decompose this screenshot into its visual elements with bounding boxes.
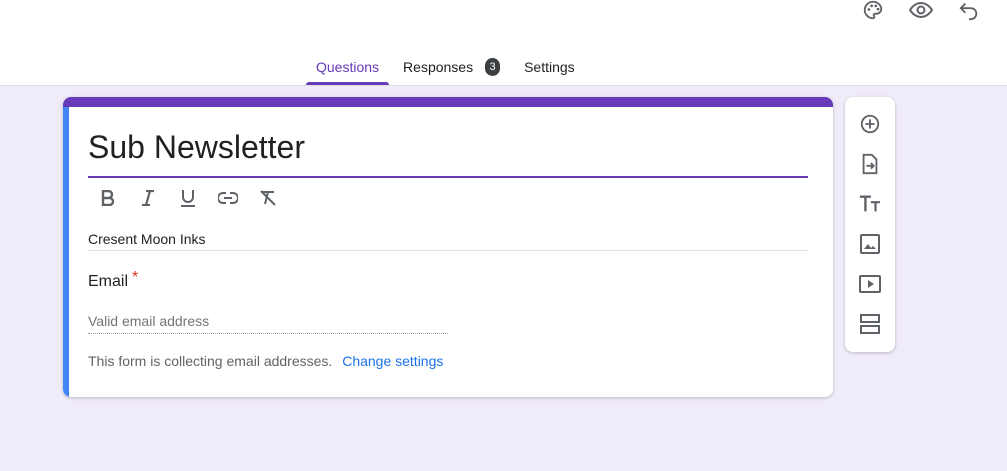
required-marker: * [132,269,139,286]
tab-questions-label: Questions [316,59,380,75]
email-label-text: Email [88,273,129,290]
form-title[interactable]: Sub Newsletter [88,129,305,166]
title-underline [88,176,808,178]
import-questions-icon[interactable] [858,152,882,176]
italic-icon[interactable] [138,188,158,208]
change-settings-link[interactable]: Change settings [342,353,443,369]
formatting-toolbar [98,188,278,208]
collecting-emails-notice: This form is collecting email addresses.… [88,353,443,369]
tab-responses-label: Responses [403,59,474,75]
responses-count-badge: 3 [485,58,501,76]
side-toolbar [845,97,895,352]
clear-format-icon[interactable] [258,188,278,208]
card-focus-indicator [63,107,69,397]
tab-responses[interactable]: Responses 3 [393,50,510,86]
bold-icon[interactable] [98,188,118,208]
add-question-icon[interactable] [858,112,882,136]
form-header-card: Sub Newsletter Cresent Moon Inks Email * … [63,97,833,397]
palette-icon[interactable] [861,0,885,22]
email-label: Email * [88,269,138,291]
tab-bar: Questions Responses 3 Settings [306,50,589,86]
tab-settings-label: Settings [524,59,575,75]
tab-settings[interactable]: Settings [514,50,585,86]
top-bar: Questions Responses 3 Settings [0,0,1007,86]
add-video-icon[interactable] [858,272,882,296]
add-image-icon[interactable] [858,232,882,256]
collecting-emails-text: This form is collecting email addresses. [88,353,333,369]
add-title-icon[interactable] [858,192,882,216]
underline-icon[interactable] [178,188,198,208]
form-description[interactable]: Cresent Moon Inks [88,231,206,247]
tab-questions[interactable]: Questions [306,50,390,86]
description-underline [88,250,808,251]
add-section-icon[interactable] [858,312,882,336]
card-accent-bar [63,97,833,107]
eye-icon[interactable] [909,0,933,22]
email-field[interactable] [88,308,448,334]
undo-icon[interactable] [957,0,981,22]
top-icons [861,0,981,22]
link-icon[interactable] [218,188,238,208]
